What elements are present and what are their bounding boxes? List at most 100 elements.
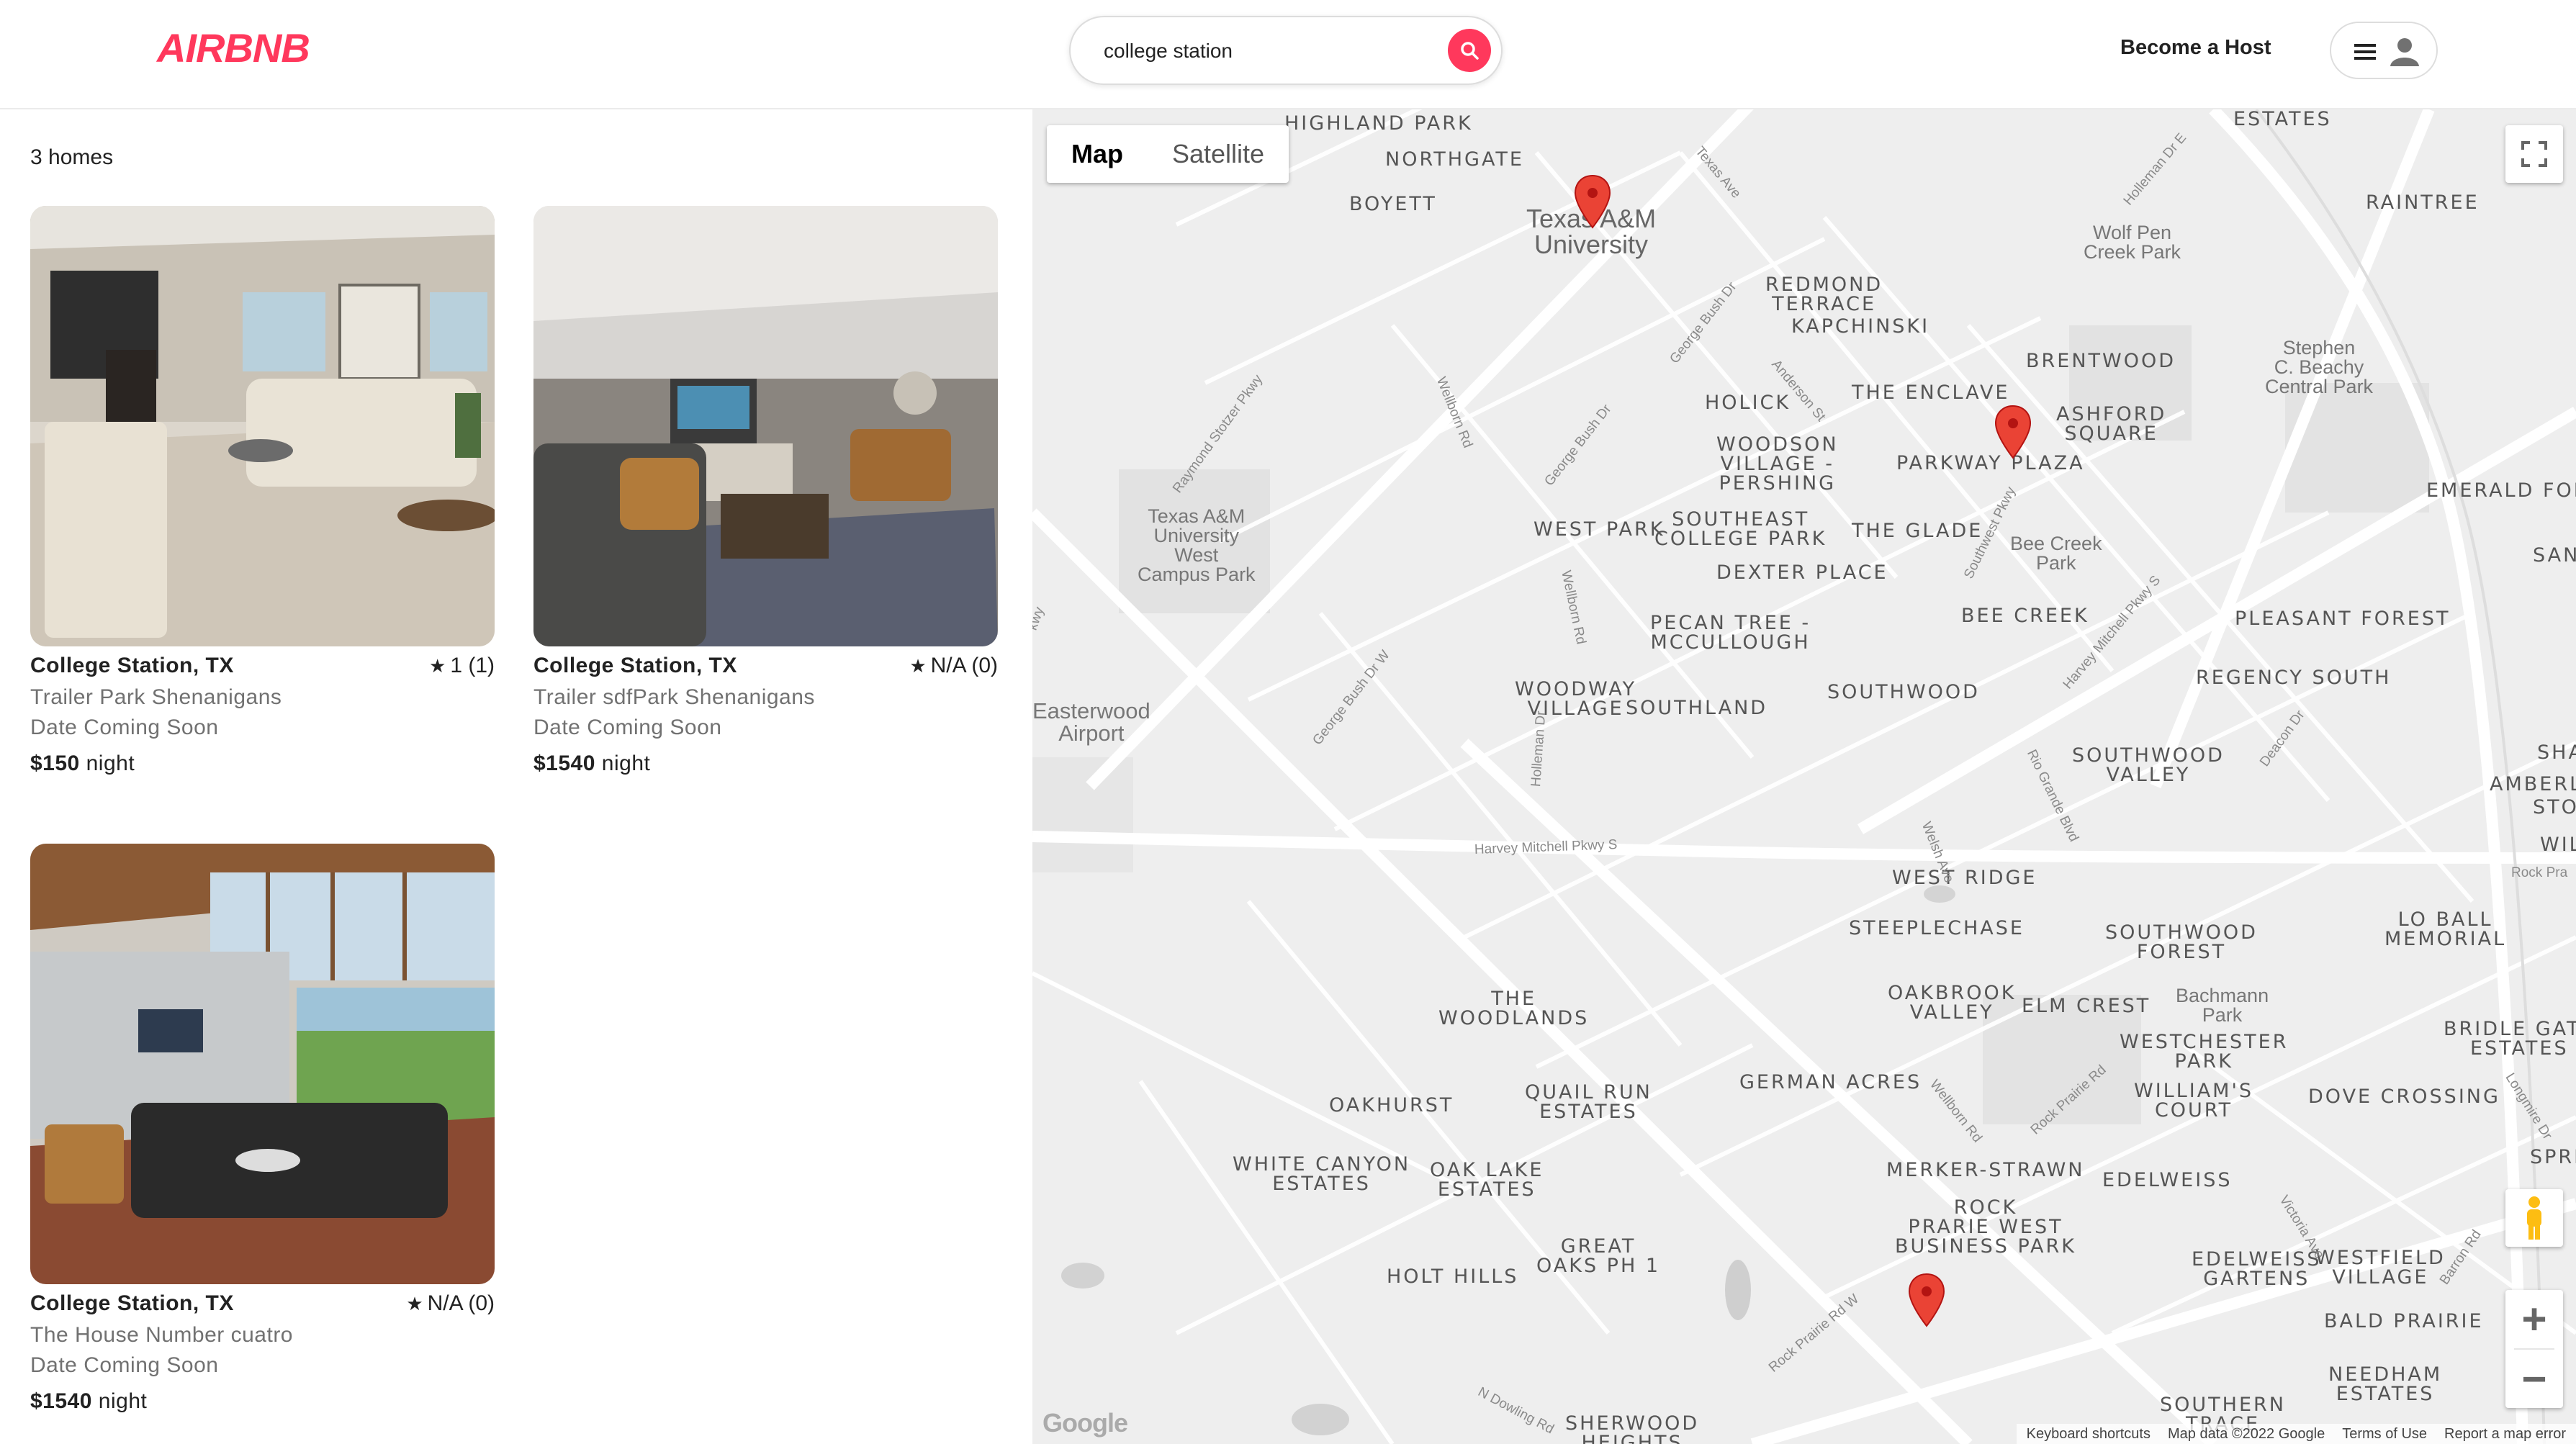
map-label: OAK LAKE ESTATES [1430,1159,1544,1201]
search-input[interactable] [1104,33,1420,69]
map-label: Bee Creek Park [2010,533,2102,574]
map-label: SPRINGB [2530,1146,2576,1168]
map-label: BRIDLE GATE ESTATES [2444,1018,2576,1060]
road-label: Rock Pra [2511,865,2568,880]
listing-dates: Date Coming Soon [30,1353,219,1377]
map-label: OAKHURST [1329,1094,1454,1116]
map-label: WESTFIELD VILLAGE [2315,1247,2446,1289]
price-amount: $1540 [30,1389,92,1413]
price-unit: night [601,752,651,775]
map-label: PECAN TREE - MCCULLOUGH [1650,612,1811,654]
listing-location: College Station, TX [533,654,737,677]
map-type-map-button[interactable]: Map [1047,125,1148,183]
map-label: AMBERLAKE [2490,773,2576,795]
star-icon: ★ [429,655,446,677]
map-label: THE GLADE [1852,520,1983,542]
map-label: THE ENCLAVE [1852,382,2010,404]
listing-title: Trailer Park Shenanigans [30,685,282,709]
airbnb-logo[interactable]: AIRBNB [157,24,310,71]
listing-price: $1540 night [533,752,998,776]
map-label: Texas A&M University West Campus Park [1138,505,1256,585]
map-label: GREAT OAKS PH 1 [1536,1235,1661,1277]
listing-location: College Station, TX [30,654,234,677]
price-unit: night [98,1389,148,1413]
map-label: WHITE CANYON ESTATES [1233,1153,1411,1195]
search-icon [1461,42,1479,60]
listing-rating: ★ N/A (0) [406,1291,495,1316]
map-label: BRENTWOOD [2026,350,2176,372]
map-pin-icon[interactable] [1908,1273,1945,1327]
listing-price: $150 night [30,752,495,776]
map-label: SHERWOOD HEIGHTS [1565,1412,1700,1444]
map-label: BALD PRAIRIE [2324,1310,2484,1332]
keyboard-shortcuts-link[interactable]: Keyboard shortcuts [2027,1426,2151,1443]
map-data-text: Map data ©2022 Google [2167,1425,2325,1442]
zoom-out-button[interactable]: − [2505,1350,2563,1408]
listing-title: The House Number cuatro [30,1323,293,1347]
map-label: WESTCHESTER PARK [2120,1031,2289,1073]
map-pin-icon[interactable] [1574,174,1611,229]
fullscreen-button[interactable] [2505,125,2563,183]
map-label: SOUTHLAND [1626,697,1768,719]
map-label: WEST RIDGE [1892,867,2037,889]
search-button[interactable] [1448,29,1491,72]
price-amount: $150 [30,752,80,775]
rating-value: 1 (1) [450,654,495,677]
map-label: PARKWAY PLAZA [1896,452,2085,474]
map-pin-icon[interactable] [1994,405,2032,459]
map-label: KAPCHINSKI [1791,315,1930,338]
map[interactable]: HIGHLAND PARK NORTHGATE BOYETT Texas A&M… [1032,109,2576,1444]
report-error-link[interactable]: Report a map error [2444,1426,2566,1443]
map-label: WOODSON VILLAGE - PERSHING [1716,433,1839,495]
price-unit: night [86,752,135,775]
map-label: SAN [2533,544,2576,567]
map-label: SOUTHWOOD FOREST [2105,921,2258,963]
map-label: LO BALL MEMORIAL [2384,908,2507,950]
map-label: NORTHGATE [1385,148,1524,171]
map-label: ASHFORD SQUARE [2056,403,2167,445]
map-label: REGENCY SOUTH [2196,667,2392,689]
map-label: Easterwood Airport [1032,698,1150,746]
terms-link[interactable]: Terms of Use [2342,1426,2427,1443]
listing-photo[interactable] [533,206,998,646]
listing-dates: Date Coming Soon [533,716,722,739]
map-type-satellite-button[interactable]: Satellite [1148,125,1289,183]
map-label: SHADOW [2537,741,2576,764]
street-view-pegman[interactable] [2505,1189,2563,1247]
hamburger-menu-icon [2354,44,2376,60]
google-logo[interactable]: Google [1042,1408,1128,1438]
listing-photo[interactable] [30,206,495,646]
map-label: SOUTHEAST COLLEGE PARK [1654,508,1827,550]
map-label: RAINTREE [2366,191,2480,214]
zoom-control: + − [2505,1290,2563,1408]
map-label: GERMAN ACRES [1739,1071,1922,1093]
map-label: ELM CREST [2022,995,2151,1017]
results-count: 3 homes [30,145,114,169]
become-host-link[interactable]: Become a Host [2120,36,2271,60]
user-avatar-icon [2390,38,2419,66]
user-menu-button[interactable] [2330,22,2438,79]
map-attribution: Keyboard shortcuts Map data ©2022 Google… [2016,1424,2576,1444]
map-label: STEEPLECHASE [1849,917,2025,939]
map-label: EMERALD FORE [2426,479,2576,502]
map-label: DOVE CROSSING [2308,1086,2500,1108]
map-label: EDELWEISS GARTENS [2192,1248,2322,1290]
listing-photo[interactable] [30,844,495,1284]
fullscreen-icon [2521,141,2547,167]
listing-rating: ★ 1 (1) [429,654,495,678]
rating-value: N/A (0) [930,654,998,677]
zoom-in-button[interactable]: + [2505,1290,2563,1348]
map-label: THE WOODLANDS [1438,988,1590,1029]
search-bar[interactable] [1069,16,1503,85]
top-nav: AIRBNB Become a Host [0,0,2576,109]
map-label: BOYETT [1349,193,1437,215]
map-label: OAKBROOK VALLEY [1888,982,2017,1024]
listing-card[interactable]: College Station, TX ★ N/A (0) Trailer sdf… [533,206,998,776]
map-label: HIGHLAND PARK [1284,112,1473,135]
listing-location: College Station, TX [30,1291,234,1315]
listing-card[interactable]: College Station, TX ★ N/A (0) The House N… [30,844,495,1414]
map-label: REDMOND TERRACE [1765,274,1883,315]
map-type-control: Map Satellite [1047,125,1289,183]
map-label: NEEDHAM ESTATES [2328,1363,2443,1405]
listing-card[interactable]: College Station, TX ★ 1 (1) Trailer Park … [30,206,495,776]
